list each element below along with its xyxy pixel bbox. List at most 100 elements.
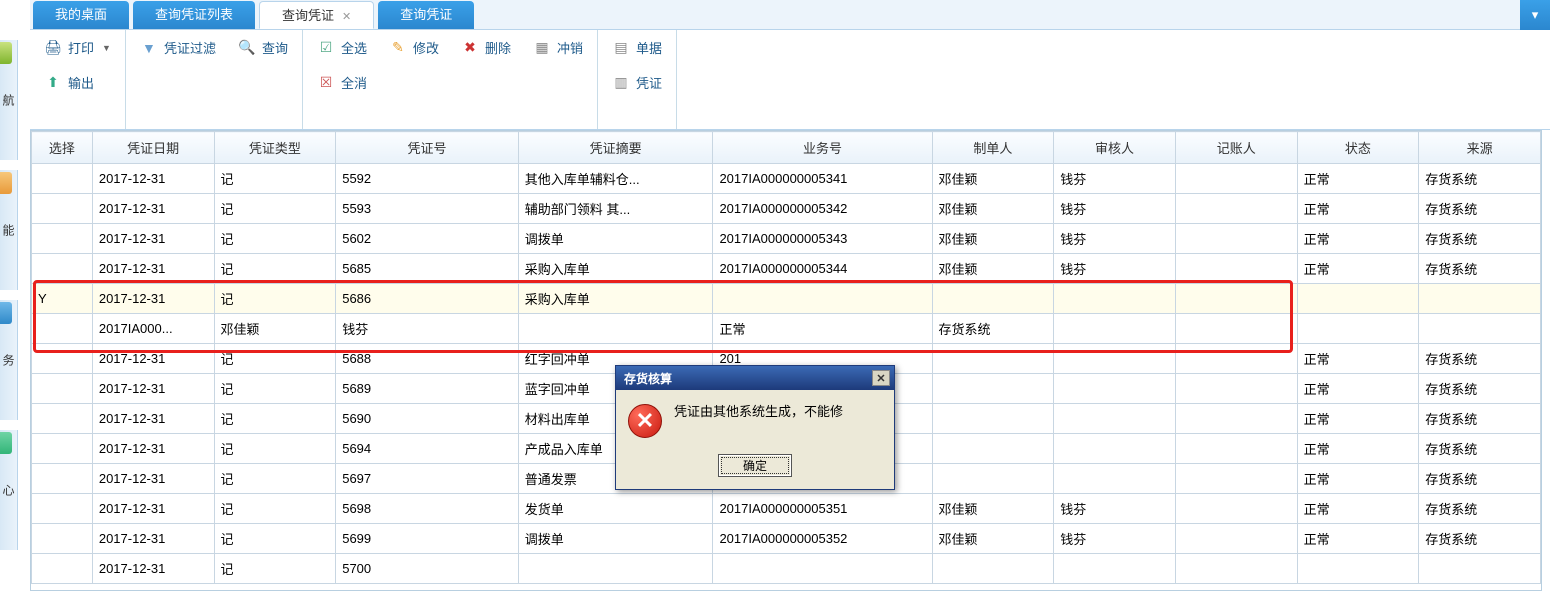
table-cell: 2017-12-31 (92, 224, 214, 254)
table-row[interactable]: 2017IA000...邓佳颖钱芬正常存货系统 (32, 314, 1541, 344)
table-cell: 存货系统 (1419, 464, 1541, 494)
table-row[interactable]: 2017-12-31记5592其他入库单辅料仓...2017IA00000000… (32, 164, 1541, 194)
column-header[interactable]: 凭证日期 (92, 132, 214, 164)
table-cell: 记 (214, 524, 336, 554)
table-row[interactable]: 2017-12-31记5699调拨单2017IA000000005352邓佳颖钱… (32, 524, 1541, 554)
table-cell: 5602 (336, 224, 519, 254)
search-icon: 🔍 (238, 39, 256, 57)
table-cell (518, 314, 713, 344)
query-button[interactable]: 🔍查询 (234, 36, 292, 59)
table-row[interactable]: 2017-12-31记5698发货单2017IA000000005351邓佳颖钱… (32, 494, 1541, 524)
deselect-all-button[interactable]: ☒全消 (313, 71, 371, 94)
table-cell (1175, 404, 1297, 434)
chevron-down-icon: ▾ (1532, 7, 1539, 23)
table-cell: 邓佳颖 (932, 164, 1054, 194)
table-cell: 2017-12-31 (92, 524, 214, 554)
table-row[interactable]: 2017-12-31记5602调拨单2017IA000000005343邓佳颖钱… (32, 224, 1541, 254)
table-cell: 2017-12-31 (92, 284, 214, 314)
dialog-titlebar[interactable]: 存货核算 ✕ (616, 366, 894, 390)
offset-button[interactable]: ▦冲销 (529, 36, 587, 59)
table-row[interactable]: 2017-12-31记5685采购入库单2017IA000000005344邓佳… (32, 254, 1541, 284)
voucher-button[interactable]: ▥凭证 (608, 71, 666, 94)
edit-button[interactable]: ✎修改 (385, 36, 443, 59)
column-header[interactable]: 状态 (1297, 132, 1419, 164)
select-all-button[interactable]: ☑全选 (313, 36, 371, 59)
table-cell: 2017-12-31 (92, 464, 214, 494)
table-cell (1054, 554, 1176, 584)
table-cell: 2017IA000000005343 (713, 224, 932, 254)
column-header[interactable]: 制单人 (932, 132, 1054, 164)
tab-query-voucher-active[interactable]: 查询凭证✕ (259, 1, 374, 29)
table-cell: 记 (214, 224, 336, 254)
column-header[interactable]: 记账人 (1175, 132, 1297, 164)
tab-voucher-list[interactable]: 查询凭证列表 (133, 1, 255, 29)
table-cell: 2017IA000000005352 (713, 524, 932, 554)
table-cell: 存货系统 (1419, 404, 1541, 434)
chevron-down-icon: ▼ (102, 43, 111, 53)
table-cell (32, 464, 93, 494)
column-header[interactable]: 凭证类型 (214, 132, 336, 164)
delete-button[interactable]: ✖删除 (457, 36, 515, 59)
table-cell: 正常 (1297, 164, 1419, 194)
side-label: 航 (0, 94, 17, 106)
table-cell: 记 (214, 494, 336, 524)
table-cell: 5685 (336, 254, 519, 284)
table-cell: 存货系统 (932, 314, 1054, 344)
table-cell (1054, 344, 1176, 374)
table-cell (932, 464, 1054, 494)
table-cell (1054, 284, 1176, 314)
filter-button[interactable]: ▼凭证过滤 (136, 36, 220, 59)
table-cell: 正常 (1297, 494, 1419, 524)
table-cell: 邓佳颖 (214, 314, 336, 344)
table-cell: 正常 (713, 314, 932, 344)
table-cell (32, 404, 93, 434)
table-cell (1297, 314, 1419, 344)
table-cell (32, 194, 93, 224)
table-cell: 存货系统 (1419, 344, 1541, 374)
table-cell: 采购入库单 (518, 254, 713, 284)
dialog-close-button[interactable]: ✕ (872, 370, 890, 386)
document-button[interactable]: ▤单据 (608, 36, 666, 59)
table-cell: 5700 (336, 554, 519, 584)
checkbox-icon: ☑ (317, 39, 335, 57)
table-cell (932, 404, 1054, 434)
column-header[interactable]: 业务号 (713, 132, 932, 164)
table-cell: 钱芬 (1054, 224, 1176, 254)
output-button[interactable]: ⬆输出 (40, 71, 98, 94)
table-cell: 2017-12-31 (92, 434, 214, 464)
table-cell: 记 (214, 464, 336, 494)
table-row[interactable]: 2017-12-31记5700 (32, 554, 1541, 584)
tab-bar: 我的桌面 查询凭证列表 查询凭证✕ 查询凭证 (30, 0, 1550, 30)
print-button[interactable]: 🖨打印▼ (40, 36, 115, 59)
table-cell (1175, 554, 1297, 584)
table-cell (1175, 224, 1297, 254)
table-cell: 记 (214, 434, 336, 464)
export-icon: ⬆ (44, 74, 62, 92)
table-cell (932, 554, 1054, 584)
column-header[interactable]: 凭证号 (336, 132, 519, 164)
column-header[interactable]: 来源 (1419, 132, 1541, 164)
close-icon[interactable]: ✕ (342, 11, 351, 23)
tab-desktop[interactable]: 我的桌面 (33, 1, 129, 29)
table-cell (1297, 284, 1419, 314)
side-label: 能 (0, 224, 17, 236)
table-cell (1175, 464, 1297, 494)
table-cell (1175, 524, 1297, 554)
dialog-ok-button[interactable]: 确定 (718, 454, 792, 477)
tab-query-voucher-2[interactable]: 查询凭证 (378, 1, 474, 29)
table-cell: 5688 (336, 344, 519, 374)
table-cell: 邓佳颖 (932, 254, 1054, 284)
table-row[interactable]: 2017-12-31记5593辅助部门领料 其...2017IA00000000… (32, 194, 1541, 224)
table-row[interactable]: Y2017-12-31记5686采购入库单 (32, 284, 1541, 314)
column-header[interactable]: 选择 (32, 132, 93, 164)
dialog-title: 存货核算 (624, 370, 672, 387)
table-cell: 2017-12-31 (92, 344, 214, 374)
panel-toggle[interactable]: ▾ (1520, 0, 1550, 30)
side-deco (0, 42, 12, 64)
table-cell: 记 (214, 404, 336, 434)
table-cell (32, 554, 93, 584)
column-header[interactable]: 审核人 (1054, 132, 1176, 164)
table-cell: 邓佳颖 (932, 494, 1054, 524)
column-header[interactable]: 凭证摘要 (518, 132, 713, 164)
dialog-message: 凭证由其他系统生成，不能修 (674, 404, 843, 421)
